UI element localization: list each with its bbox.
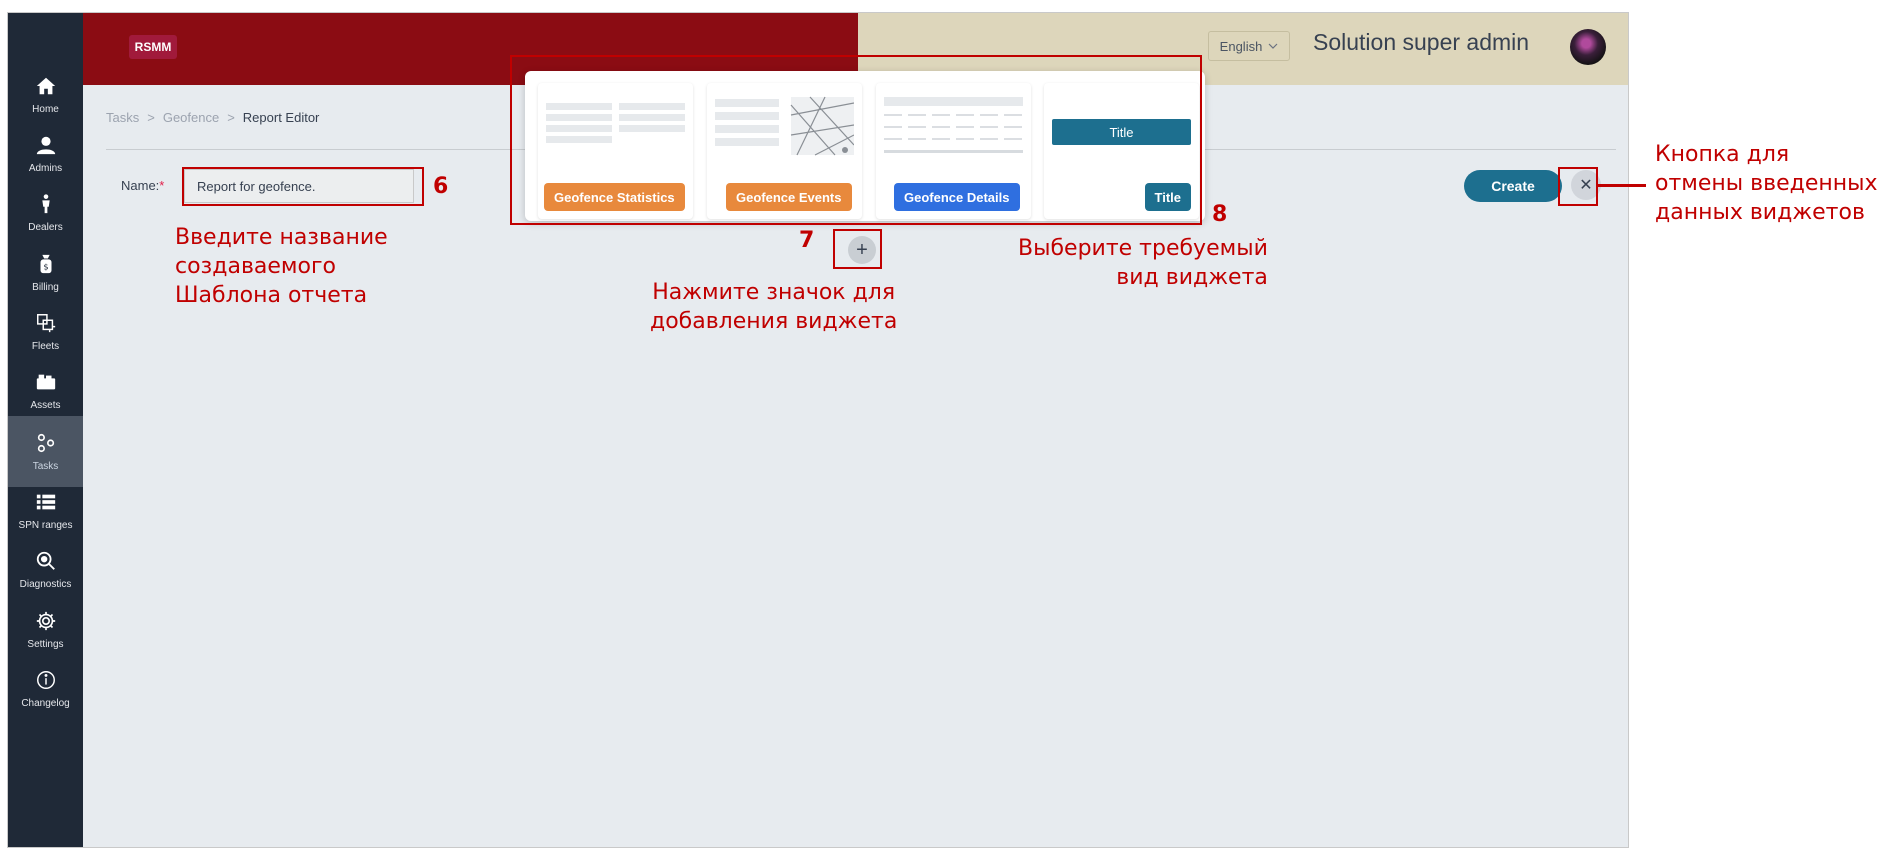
sidebar-item-label: Settings — [27, 638, 64, 650]
annotation-box-cancel — [1558, 167, 1598, 206]
user-icon — [36, 136, 55, 154]
sidebar-item-label: SPN ranges — [18, 519, 73, 531]
sidebar-item-label: Dealers — [28, 221, 63, 233]
annotation-line: Введите название — [175, 225, 388, 250]
required-mark: * — [159, 178, 165, 193]
breadcrumb-tasks[interactable]: Tasks — [106, 110, 139, 125]
sidebar-item-label: Home — [32, 103, 59, 115]
sidebar-item-label: Fleets — [31, 340, 60, 352]
truck-icon — [36, 374, 55, 389]
annotation-number-8: 8 — [1212, 202, 1228, 227]
annotation-cancel-hint: Кнопка для отмены введенных данных видже… — [1655, 140, 1878, 227]
annotation-add-hint: Нажмите значок для добавления виджета — [650, 278, 897, 336]
breadcrumb: Tasks > Geofence > Report Editor — [106, 110, 319, 125]
annotation-box-name — [182, 167, 424, 206]
breadcrumb-separator: > — [227, 110, 235, 125]
svg-text:$: $ — [43, 261, 48, 271]
name-label-text: Name: — [121, 178, 160, 193]
annotation-line: данных виджетов — [1655, 200, 1865, 225]
annotation-line: создаваемого — [175, 254, 337, 279]
user-name[interactable]: Solution super admin — [1313, 29, 1529, 56]
gear-icon — [36, 611, 55, 630]
home-icon — [36, 77, 55, 94]
sidebar: Home Admins Dealers $ Billing Fleets Ass… — [8, 13, 83, 847]
chevron-down-icon — [1268, 43, 1278, 49]
create-button[interactable]: Create — [1464, 170, 1562, 202]
breadcrumb-separator: > — [147, 110, 155, 125]
sidebar-item-label: Diagnostics — [19, 578, 72, 590]
person-icon — [41, 193, 50, 213]
language-select[interactable]: English — [1208, 31, 1290, 61]
annotation-connector — [1598, 184, 1646, 187]
sidebar-item-label: Tasks — [32, 460, 59, 472]
breadcrumb-geofence[interactable]: Geofence — [163, 110, 219, 125]
annotation-line: отмены введенных — [1655, 171, 1878, 196]
app-logo[interactable]: RSMM — [129, 35, 177, 59]
sidebar-item-changelog[interactable]: Changelog — [8, 653, 83, 724]
annotation-line: Нажмите значок для — [652, 280, 896, 305]
language-value: English — [1219, 38, 1263, 54]
info-icon — [36, 670, 55, 689]
annotation-widget-hint: Выберите требуемый вид виджета — [1018, 234, 1268, 292]
list-icon — [36, 494, 55, 509]
name-label: Name:* — [121, 178, 164, 193]
annotation-line: Выберите требуемый — [1018, 236, 1268, 261]
annotation-number-6: 6 — [433, 174, 449, 199]
annotation-box-widgets — [510, 55, 1202, 225]
annotation-number-7: 7 — [799, 228, 815, 253]
sidebar-item-label: Billing — [32, 281, 59, 293]
annotation-line: Кнопка для — [1655, 142, 1790, 167]
sidebar-item-label: Assets — [30, 399, 61, 411]
annotation-name-hint: Введите название создаваемого Шаблона от… — [175, 223, 388, 310]
annotation-line: Шаблона отчета — [175, 283, 368, 308]
annotation-line: добавления виджета — [650, 309, 898, 334]
sidebar-item-label: Changelog — [21, 697, 70, 709]
diagnostics-icon — [36, 551, 55, 570]
avatar[interactable] — [1570, 29, 1606, 65]
wallet-icon: $ — [40, 254, 51, 273]
annotation-line: вид виджета — [1116, 265, 1268, 290]
annotation-box-add — [833, 229, 882, 269]
tasks-icon — [37, 433, 54, 452]
sidebar-item-label: Admins — [28, 162, 63, 174]
breadcrumb-current: Report Editor — [242, 110, 320, 125]
fleets-icon — [36, 313, 55, 332]
